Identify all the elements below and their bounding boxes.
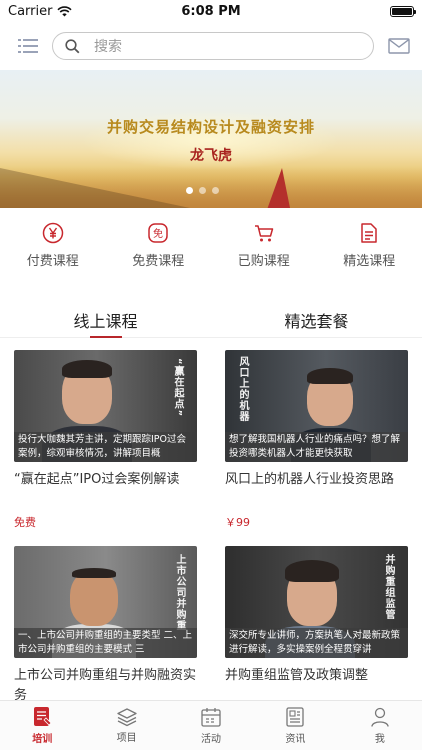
status-bar: Carrier 6:08 PM (0, 0, 422, 22)
menu-list-icon[interactable] (18, 38, 38, 54)
selected-courses-label: 精选课程 (343, 254, 396, 269)
course-card[interactable]: 风口上的机器 想了解我国机器人行业的痛点吗？想了解投资哪类机器人才能更快获取 风… (225, 350, 408, 546)
course-grid: “赢在起点” 投行大咖魏其芳主讲，定期跟踪IPO过会案例，综观审核情况，讲解项目… (0, 338, 422, 742)
course-title: 并购重组监管及政策调整 (225, 668, 369, 683)
course-title: 风口上的机器人行业投资思路 (225, 472, 395, 487)
content-tabs: 线上课程 精选套餐 (0, 304, 422, 338)
carousel-dots[interactable] (186, 187, 219, 194)
carousel-dot[interactable] (212, 187, 219, 194)
calendar-icon (201, 708, 221, 727)
tabbar-news[interactable]: 资讯 (253, 701, 337, 750)
course-poster-text: 风口上的机器 (237, 356, 248, 422)
tabbar-projects-label: 项目 (116, 733, 137, 744)
plane-tail-graphic (264, 168, 292, 208)
banner-author: 龙飞虎 (190, 148, 232, 164)
document-icon (361, 223, 377, 243)
tab-online-courses[interactable]: 线上课程 (0, 304, 211, 338)
tab-selected-packages[interactable]: 精选套餐 (211, 304, 422, 337)
tabbar-events-label: 活动 (201, 734, 222, 745)
course-thumbnail: 并购重组监管 深交所专业讲师，方案执笔人对最新政策进行解读，多实操案例全程贯穿讲 (225, 546, 408, 658)
free-courses-button[interactable]: 免 免费课程 (106, 222, 212, 282)
tabbar-projects[interactable]: 项目 (84, 701, 168, 750)
course-caption: 想了解我国机器人行业的痛点吗？想了解投资哪类机器人才能更快获取 (225, 432, 408, 462)
course-caption: 一、上市公司并购重组的主要类型 二、上市公司并购重组的主要模式 三 (14, 628, 197, 658)
top-header: 搜索 (0, 22, 422, 70)
course-card[interactable]: “赢在起点” 投行大咖魏其芳主讲，定期跟踪IPO过会案例，综观审核情况，讲解项目… (14, 350, 197, 546)
course-thumbnail: “赢在起点” 投行大咖魏其芳主讲，定期跟踪IPO过会案例，综观审核情况，讲解项目… (14, 350, 197, 462)
course-thumbnail: 风口上的机器 想了解我国机器人行业的痛点吗？想了解投资哪类机器人才能更快获取 (225, 350, 408, 462)
course-price: 免费 (14, 516, 36, 529)
paid-courses-label: 付费课程 (26, 254, 79, 269)
bottom-tab-bar: 培训 项目 活动 资讯 我 (0, 700, 422, 750)
tabbar-me[interactable]: 我 (338, 701, 422, 750)
course-poster-text: 上市公司并购重 (174, 554, 185, 631)
free-courses-label: 免费课程 (132, 254, 185, 269)
tabbar-events[interactable]: 活动 (169, 701, 253, 750)
tabbar-training[interactable]: 培训 (0, 701, 84, 750)
layers-icon (116, 708, 137, 727)
free-icon: 免 (148, 223, 168, 243)
purchased-courses-label: 已购课程 (237, 254, 290, 269)
paid-courses-button[interactable]: 付费课程 (0, 222, 106, 282)
selected-courses-button[interactable]: 精选课程 (317, 222, 422, 282)
purchased-courses-button[interactable]: 已购课程 (211, 222, 317, 282)
person-icon (371, 707, 389, 727)
wifi-icon (57, 5, 73, 16)
course-poster-text: “赢在起点” (172, 358, 183, 418)
carousel-dot[interactable] (186, 187, 193, 194)
search-input[interactable]: 搜索 (52, 32, 374, 60)
course-title: “赢在起点”IPO过会案例解读 (14, 472, 180, 487)
search-icon (65, 38, 80, 53)
course-price: ￥99 (225, 516, 250, 529)
cart-icon (254, 225, 273, 242)
banner-title: 并购交易结构设计及融资安排 (106, 118, 315, 136)
search-placeholder: 搜索 (94, 39, 122, 55)
yen-icon (42, 222, 63, 244)
tabbar-me-label: 我 (374, 734, 385, 745)
tabbar-news-label: 资讯 (285, 734, 306, 745)
course-thumbnail: 上市公司并购重 一、上市公司并购重组的主要类型 二、上市公司并购重组的主要模式 … (14, 546, 197, 658)
battery-icon (390, 5, 416, 17)
promo-banner[interactable]: 并购交易结构设计及融资安排 龙飞虎 (0, 70, 422, 208)
course-caption: 深交所专业讲师，方案执笔人对最新政策进行解读，多实操案例全程贯穿讲 (225, 628, 408, 658)
plane-wing-graphic (0, 168, 190, 208)
news-icon (286, 707, 305, 727)
training-icon (34, 707, 52, 726)
carousel-dot[interactable] (199, 187, 206, 194)
course-caption: 投行大咖魏其芳主讲，定期跟踪IPO过会案例，综观审核情况，讲解项目概 (14, 432, 197, 462)
carrier-label: Carrier (8, 3, 53, 19)
svg-text:免: 免 (153, 227, 163, 240)
tabbar-training-label: 培训 (32, 734, 53, 745)
category-menu: 付费课程 免 免费课程 已购课程 精选课程 (0, 208, 422, 282)
mail-icon[interactable] (388, 38, 410, 54)
course-poster-text: 并购重组监管 (383, 554, 394, 620)
